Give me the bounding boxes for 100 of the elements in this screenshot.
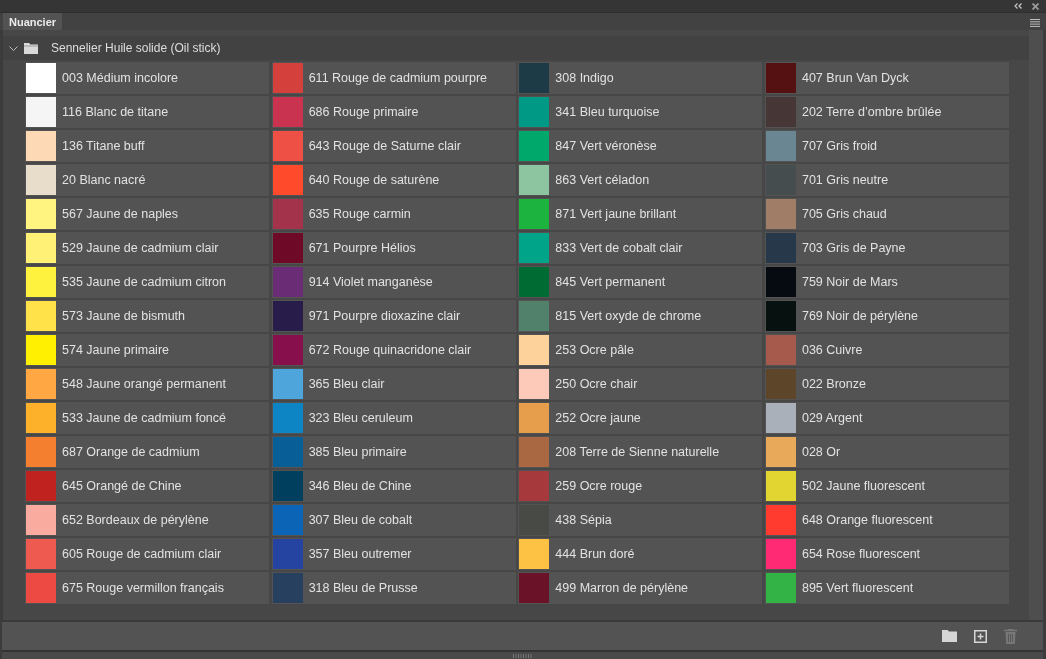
swatch-name: 029 Argent [801,411,863,425]
swatch-name: 341 Bleu turquoise [555,105,660,119]
swatch-item[interactable]: 444 Brun doré [518,538,763,570]
menu-icon[interactable] [1030,18,1040,27]
swatch-name: 022 Bronze [801,377,866,391]
swatch-item[interactable]: 529 Jaune de cadmium clair [25,232,269,264]
swatch-item[interactable]: 407 Brun Van Dyck [764,62,1009,94]
swatch-name: 357 Bleu outremer [308,547,412,561]
swatch-item[interactable]: 318 Bleu de Prusse [271,572,516,604]
swatch-item[interactable]: 707 Gris froid [764,130,1009,162]
swatch-name: 444 Brun doré [555,547,635,561]
resize-grip-icon[interactable] [513,653,532,658]
swatch-item[interactable]: 640 Rouge de saturène [271,164,516,196]
swatch-name: 645 Orangé de Chine [62,479,182,493]
swatch-item[interactable]: 643 Rouge de Saturne clair [271,130,516,162]
swatch-item[interactable]: 036 Cuivre [764,334,1009,366]
swatch-item[interactable]: 815 Vert oxyde de chrome [518,300,763,332]
swatch-item[interactable]: 675 Rouge vermillon français [25,572,269,604]
swatch-name: 202 Terre d’ombre brûlée [801,105,942,119]
swatch-item[interactable]: 574 Jaune primaire [25,334,269,366]
swatch-item[interactable]: 671 Pourpre Hélios [271,232,516,264]
swatch-name: 703 Gris de Payne [801,241,906,255]
swatch-item[interactable]: 022 Bronze [764,368,1009,400]
swatch-item[interactable]: 845 Vert permanent [518,266,763,298]
swatch-name: 036 Cuivre [801,343,863,357]
swatch-item[interactable]: 605 Rouge de cadmium clair [25,538,269,570]
swatch-name: 611 Rouge de cadmium pourpre [308,71,487,85]
swatch-item[interactable]: 208 Terre de Sienne naturelle [518,436,763,468]
swatch-item[interactable]: 635 Rouge carmin [271,198,516,230]
swatch-item[interactable]: 759 Noir de Mars [764,266,1009,298]
swatch-item[interactable]: 20 Blanc nacré [25,164,269,196]
trash-icon [1004,628,1017,644]
swatch-name: 635 Rouge carmin [308,207,411,221]
swatch-name: 707 Gris froid [801,139,877,153]
swatch-name: 407 Brun Van Dyck [801,71,909,85]
swatch-name: 845 Vert permanent [555,275,666,289]
swatch-item[interactable]: 365 Bleu clair [271,368,516,400]
swatch-name: 529 Jaune de cadmium clair [62,241,219,255]
swatch-item[interactable]: 833 Vert de cobalt clair [518,232,763,264]
swatch-item[interactable]: 645 Orangé de Chine [25,470,269,502]
swatch-item[interactable]: 648 Orange fluorescent [764,504,1009,536]
swatch-item[interactable]: 308 Indigo [518,62,763,94]
swatch-item[interactable]: 567 Jaune de naples [25,198,269,230]
swatch-item[interactable]: 535 Jaune de cadmium citron [25,266,269,298]
new-swatch-button[interactable] [972,627,989,645]
swatch-item[interactable]: 914 Violet manganèse [271,266,516,298]
swatch-item[interactable]: 701 Gris neutre [764,164,1009,196]
group-header[interactable]: Sennelier Huile solide (Oil stick) [3,36,1029,60]
chevron-icon[interactable] [9,43,18,53]
swatch-name: 252 Ocre jaune [555,411,641,425]
swatch-name: 20 Blanc nacré [62,173,146,187]
swatch-item[interactable]: 252 Ocre jaune [518,402,763,434]
swatch-item[interactable]: 438 Sépia [518,504,763,536]
swatch-item[interactable]: 323 Bleu ceruleum [271,402,516,434]
swatch-item[interactable]: 136 Titane buff [25,130,269,162]
swatch-item[interactable]: 028 Or [764,436,1009,468]
swatch-item[interactable]: 502 Jaune fluorescent [764,470,1009,502]
swatch-item[interactable]: 573 Jaune de bismuth [25,300,269,332]
swatch-item[interactable]: 847 Vert véronèse [518,130,763,162]
swatch-item[interactable]: 895 Vert fluorescent [764,572,1009,604]
swatch-item[interactable]: 871 Vert jaune brillant [518,198,763,230]
swatch-name: 136 Titane buff [62,139,145,153]
swatch-item[interactable]: 652 Bordeaux de pérylène [25,504,269,536]
swatch-item[interactable]: 769 Noir de pérylène [764,300,1009,332]
swatch-item[interactable]: 548 Jaune orangé permanent [25,368,269,400]
new-group-button[interactable] [940,628,959,644]
swatch-item[interactable]: 116 Blanc de titane [25,96,269,128]
panel-tab[interactable]: Nuancier [3,13,63,30]
swatch-item[interactable]: 385 Bleu primaire [271,436,516,468]
close-icon[interactable] [1032,2,1039,10]
swatch-name: 003 Médium incolore [62,71,179,85]
swatch-name: 573 Jaune de bismuth [62,309,185,323]
swatch-item[interactable]: 029 Argent [764,402,1009,434]
swatch-name: 574 Jaune primaire [62,343,169,357]
swatch-item[interactable]: 259 Ocre rouge [518,470,763,502]
swatch-item[interactable]: 705 Gris chaud [764,198,1009,230]
swatch-item[interactable]: 533 Jaune de cadmium foncé [25,402,269,434]
swatch-item[interactable]: 003 Médium incolore [25,62,269,94]
group-name: Sennelier Huile solide (Oil stick) [51,41,221,55]
swatch-item[interactable]: 863 Vert céladon [518,164,763,196]
swatch-item[interactable]: 357 Bleu outremer [271,538,516,570]
double-chevron-icon[interactable] [1014,3,1022,9]
swatch-item[interactable]: 499 Marron de pérylène [518,572,763,604]
swatch-name: 871 Vert jaune brillant [555,207,677,221]
swatch-item[interactable]: 654 Rose fluorescent [764,538,1009,570]
swatch-name: 438 Sépia [555,513,612,527]
swatch-item[interactable]: 341 Bleu turquoise [518,96,763,128]
swatch-item[interactable]: 346 Bleu de Chine [271,470,516,502]
swatch-item[interactable]: 686 Rouge primaire [271,96,516,128]
swatch-item[interactable]: 687 Orange de cadmium [25,436,269,468]
swatch-item[interactable]: 611 Rouge de cadmium pourpre [271,62,516,94]
swatch-item[interactable]: 202 Terre d’ombre brûlée [764,96,1009,128]
swatch-item[interactable]: 253 Ocre pâle [518,334,763,366]
swatch-name: 701 Gris neutre [801,173,889,187]
swatch-item[interactable]: 250 Ocre chair [518,368,763,400]
swatch-name: 567 Jaune de naples [62,207,179,221]
swatch-item[interactable]: 672 Rouge quinacridone clair [271,334,516,366]
swatch-item[interactable]: 307 Bleu de cobalt [271,504,516,536]
swatch-item[interactable]: 971 Pourpre dioxazine clair [271,300,516,332]
swatch-item[interactable]: 703 Gris de Payne [764,232,1009,264]
